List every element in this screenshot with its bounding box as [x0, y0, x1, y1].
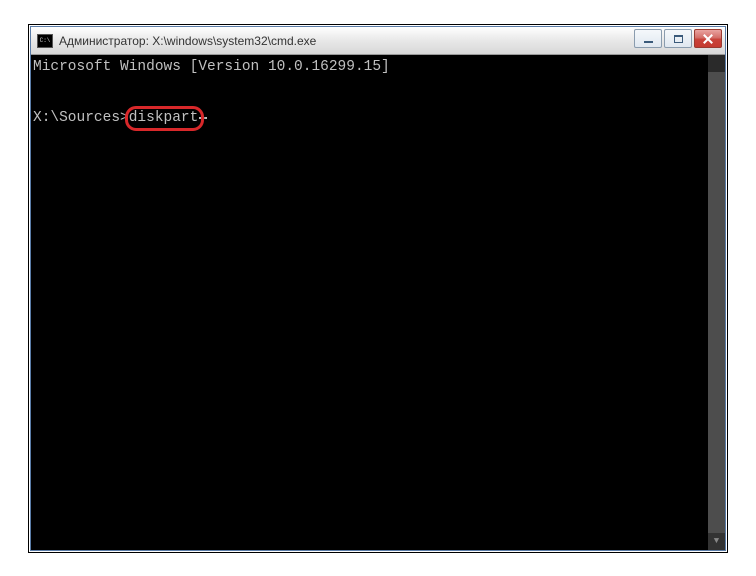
version-text: Microsoft Windows [Version 10.0.16299.15… [33, 59, 390, 76]
cmd-window: C:\ Администратор: X:\windows\system32\c… [30, 26, 726, 551]
scrollbar[interactable]: ▲ ▼ [708, 55, 725, 550]
window-controls [634, 27, 725, 54]
terminal-area[interactable]: Microsoft Windows [Version 10.0.16299.15… [31, 55, 725, 550]
window-title: Администратор: X:\windows\system32\cmd.e… [59, 34, 634, 48]
maximize-button[interactable] [664, 29, 692, 48]
maximize-icon [674, 35, 683, 43]
scroll-down-button[interactable]: ▼ [708, 533, 725, 550]
highlight-annotation [125, 106, 205, 131]
close-button[interactable] [694, 29, 722, 48]
command-highlight: diskpart [129, 110, 199, 127]
titlebar[interactable]: C:\ Администратор: X:\windows\system32\c… [31, 27, 725, 55]
prompt-text: X:\Sources> [33, 110, 129, 127]
scroll-thumb[interactable] [708, 72, 725, 533]
cmd-icon: C:\ [37, 34, 53, 48]
minimize-icon [644, 41, 653, 43]
close-icon [703, 34, 713, 44]
minimize-button[interactable] [634, 29, 662, 48]
prompt-line: X:\Sources>diskpart [33, 110, 207, 127]
